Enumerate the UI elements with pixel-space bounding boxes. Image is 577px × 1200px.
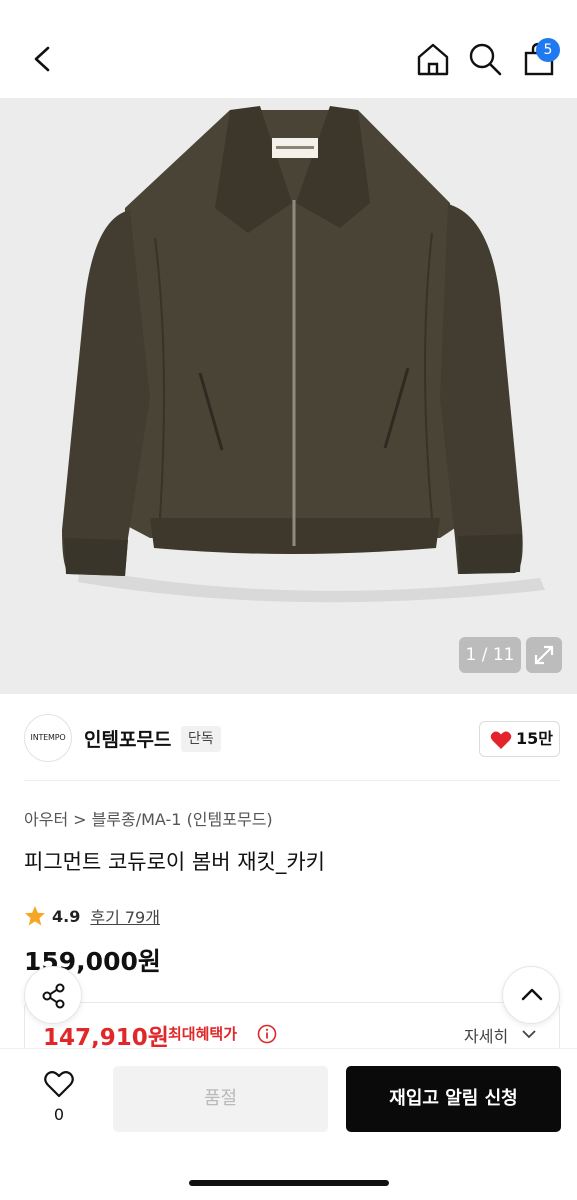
review-link[interactable]: 후기 79개 — [90, 904, 160, 928]
max-benefit-price: 147,910원 — [43, 1025, 169, 1051]
share-button[interactable] — [24, 966, 82, 1024]
wish-count: 0 — [53, 1105, 65, 1124]
product-title: 피그먼트 코듀로이 봄버 재킷_카키 — [24, 850, 326, 874]
top-bar — [0, 0, 577, 98]
breadcrumb-subcategory[interactable]: 블루종/MA-1 (인템포무드) — [92, 810, 273, 829]
chevron-down-icon[interactable] — [521, 1028, 537, 1040]
scroll-top-button[interactable] — [502, 966, 560, 1024]
home-indicator — [189, 1180, 389, 1186]
heart-outline-icon[interactable] — [44, 1070, 74, 1098]
divider — [24, 780, 560, 781]
image-counter: 1 / 11 — [459, 637, 521, 673]
exclusive-badge: 단독 — [181, 726, 221, 752]
jacket-illustration — [0, 98, 577, 694]
search-icon[interactable] — [466, 40, 504, 78]
brand-like-count: 15만 — [516, 729, 553, 748]
breadcrumb-separator: > — [73, 810, 87, 829]
rating-score: 4.9 — [52, 906, 81, 926]
expand-icon — [534, 645, 554, 665]
brand-like-button[interactable]: 15만 — [479, 721, 560, 757]
soldout-button: 품절 — [113, 1066, 328, 1132]
info-icon[interactable] — [257, 1024, 277, 1044]
breadcrumb-category[interactable]: 아우터 — [24, 810, 68, 829]
breadcrumb: 아우터 > 블루종/MA-1 (인템포무드) — [24, 806, 273, 830]
home-icon[interactable] — [414, 40, 452, 78]
cart-count-badge: 5 — [536, 38, 560, 62]
detail-link[interactable]: 자세히 — [464, 1023, 508, 1047]
star-icon — [25, 906, 45, 926]
chevron-left-icon[interactable] — [26, 40, 60, 78]
expand-button[interactable] — [526, 637, 562, 673]
rating-row: 4.9 후기 79개 — [24, 904, 160, 928]
restock-alert-button[interactable]: 재입고 알림 신청 — [346, 1066, 561, 1132]
brand-name[interactable]: 인템포무드 — [84, 725, 171, 752]
max-benefit-label: 최대혜택가 — [168, 1025, 238, 1043]
chevron-up-icon — [521, 988, 543, 1001]
brand-logo[interactable]: INTEMPO — [24, 714, 72, 762]
share-icon — [42, 983, 65, 1009]
product-image[interactable] — [0, 98, 577, 694]
heart-icon — [490, 731, 512, 749]
